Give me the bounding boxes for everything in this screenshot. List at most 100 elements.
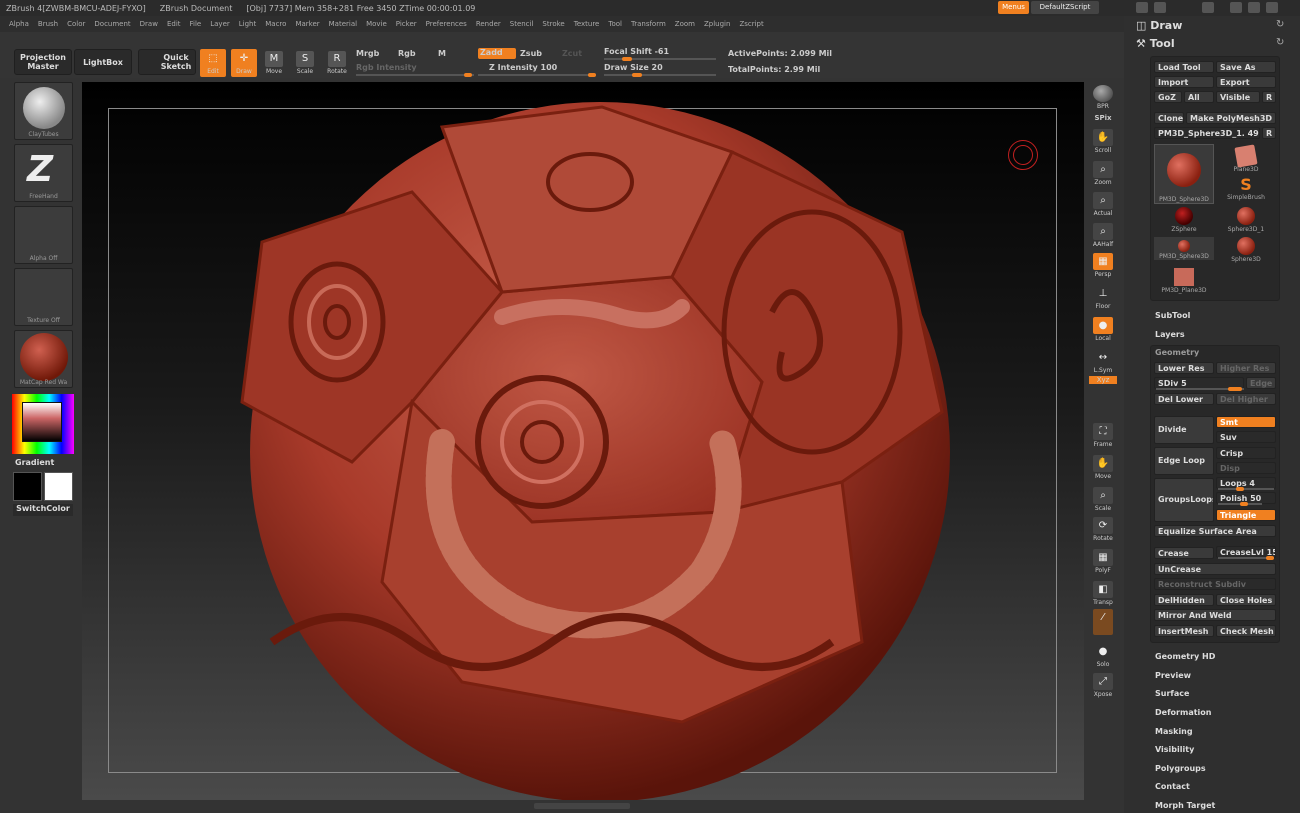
creaselvl-track[interactable]	[1218, 556, 1274, 560]
geometry-section[interactable]: Geometry	[1155, 348, 1199, 357]
persp-button[interactable]: ▦ Persp	[1089, 252, 1117, 282]
draw-mode-button[interactable]: ✛ Draw	[231, 49, 257, 77]
current-tool-slider[interactable]: PM3D_Sphere3D_1. 49	[1154, 127, 1260, 139]
spix-slider[interactable]: SPix	[1089, 114, 1117, 126]
material-thumbnail[interactable]: MatCap Red Wa	[14, 330, 73, 388]
projection-master-button[interactable]: Projection Master	[14, 49, 72, 75]
tool-item-simplebrush[interactable]: S SimpleBrush	[1216, 176, 1276, 202]
make-polymesh-button[interactable]: Make PolyMesh3D	[1186, 112, 1276, 124]
preview-section[interactable]: Preview	[1155, 671, 1191, 680]
scale-view-button[interactable]: ⌕ Scale	[1089, 486, 1117, 516]
local-button[interactable]: ● Local	[1089, 316, 1117, 346]
crease-button[interactable]: Crease	[1154, 547, 1214, 559]
switchcolor-button[interactable]: SwitchColor	[13, 504, 73, 516]
stroke-thumbnail[interactable]: Z FreeHand	[14, 144, 73, 202]
focal-shift-track[interactable]	[604, 57, 716, 61]
tool-item-pm3d-plane[interactable]: PM3D_Plane3D	[1154, 268, 1214, 294]
rgb-intensity-slider[interactable]: Rgb Intensity	[356, 63, 417, 72]
menu-material[interactable]: Material	[329, 20, 357, 28]
menu-zscript[interactable]: Zscript	[739, 20, 763, 28]
crisp-toggle[interactable]: Crisp	[1216, 447, 1276, 459]
close-holes-button[interactable]: Close Holes	[1216, 594, 1276, 606]
rgb-intensity-track[interactable]	[356, 73, 474, 77]
del-lower-button[interactable]: Del Lower	[1154, 393, 1214, 405]
focal-shift-slider[interactable]: Focal Shift -61	[604, 47, 669, 56]
m-button[interactable]: M	[438, 49, 446, 58]
gradient-label[interactable]: Gradient	[15, 458, 54, 467]
canvas-scroll-handle[interactable]	[534, 803, 630, 809]
rgb-button[interactable]: Rgb	[398, 49, 416, 58]
polygroups-section[interactable]: Polygroups	[1155, 764, 1206, 773]
solo-button[interactable]: ● Solo	[1089, 642, 1117, 672]
menu-document[interactable]: Document	[94, 20, 130, 28]
visible-button[interactable]: Visible	[1216, 91, 1260, 103]
disp-slider[interactable]: Disp	[1216, 462, 1276, 474]
z-intensity-track[interactable]	[478, 73, 596, 77]
insertmesh-button[interactable]: InsertMesh	[1154, 625, 1214, 637]
menu-macro[interactable]: Macro	[265, 20, 286, 28]
menu-movie[interactable]: Movie	[366, 20, 387, 28]
transp-button[interactable]: ◧ Transp	[1089, 580, 1117, 610]
menu-color[interactable]: Color	[67, 20, 85, 28]
zadd-button[interactable]: Zadd	[478, 48, 516, 59]
scale-mode-button[interactable]: S Scale	[292, 49, 318, 77]
layout-icon[interactable]	[1154, 2, 1166, 13]
menu-stencil[interactable]: Stencil	[510, 20, 534, 28]
suv-toggle[interactable]: Suv	[1216, 431, 1276, 443]
ghost-button[interactable]: ⁄	[1089, 608, 1117, 638]
tool-thumb-current[interactable]	[1154, 144, 1214, 204]
draw-reset-icon[interactable]: ↻	[1276, 19, 1284, 30]
color-square[interactable]	[22, 402, 62, 442]
polish-track[interactable]	[1218, 502, 1262, 506]
masking-section[interactable]: Masking	[1155, 727, 1193, 736]
bpr-button[interactable]: BPR	[1089, 84, 1117, 114]
edge-button[interactable]: Edge	[1246, 377, 1276, 389]
tool-palette-header[interactable]: ⚒ Tool	[1136, 37, 1175, 50]
sdiv-track[interactable]	[1156, 387, 1244, 391]
color-picker[interactable]	[12, 394, 74, 454]
menu-draw[interactable]: Draw	[140, 20, 158, 28]
lower-res-button[interactable]: Lower Res	[1154, 362, 1214, 374]
close-icon[interactable]	[1266, 2, 1278, 13]
clone-button[interactable]: Clone	[1154, 112, 1184, 124]
move-mode-button[interactable]: M Move	[261, 49, 287, 77]
zoom-button[interactable]: ⌕ Zoom	[1089, 160, 1117, 190]
r-button[interactable]: R	[1262, 91, 1276, 103]
frame-button[interactable]: ⛶ Frame	[1089, 422, 1117, 452]
tool-item-zsphere[interactable]: ZSphere	[1154, 207, 1214, 233]
xyz-button[interactable]: Xyz	[1089, 376, 1117, 388]
menu-picker[interactable]: Picker	[396, 20, 417, 28]
equalize-surface-area-button[interactable]: Equalize Surface Area	[1154, 525, 1276, 537]
menu-alpha[interactable]: Alpha	[9, 20, 29, 28]
tool-reset-icon[interactable]: ↻	[1276, 37, 1284, 48]
brush-thumbnail[interactable]: ClayTubes	[14, 82, 73, 140]
menu-edit[interactable]: Edit	[167, 20, 181, 28]
quick-sketch-button[interactable]: Quick Sketch	[138, 49, 196, 75]
actual-button[interactable]: ⌕ Actual	[1089, 191, 1117, 221]
goz-button[interactable]: GoZ	[1154, 91, 1182, 103]
divide-button[interactable]: Divide	[1154, 416, 1214, 444]
all-button[interactable]: All	[1184, 91, 1214, 103]
secondary-color-swatch[interactable]	[44, 472, 73, 501]
menu-tool[interactable]: Tool	[608, 20, 622, 28]
deformation-section[interactable]: Deformation	[1155, 708, 1211, 717]
r-tool-button[interactable]: R	[1262, 127, 1276, 139]
draw-palette-header[interactable]: ◫ Draw	[1136, 19, 1182, 32]
alpha-thumbnail[interactable]: Alpha Off	[14, 206, 73, 264]
menu-marker[interactable]: Marker	[295, 20, 319, 28]
subtool-section[interactable]: SubTool	[1155, 311, 1190, 320]
load-tool-button[interactable]: Load Tool	[1154, 61, 1214, 73]
surface-section[interactable]: Surface	[1155, 689, 1189, 698]
delhidden-button[interactable]: DelHidden	[1154, 594, 1214, 606]
triangle-toggle[interactable]: Triangle	[1216, 509, 1276, 521]
menu-zplugin[interactable]: Zplugin	[704, 20, 730, 28]
import-button[interactable]: Import	[1154, 76, 1214, 88]
save-as-button[interactable]: Save As	[1216, 61, 1276, 73]
lock-icon[interactable]	[1202, 2, 1214, 13]
tool-item-pm3d-sphere-2[interactable]: PM3D_Sphere3D	[1154, 237, 1214, 260]
edit-mode-button[interactable]: ⬚ Edit	[200, 49, 226, 77]
scroll-button[interactable]: ✋ Scroll	[1089, 128, 1117, 158]
contact-section[interactable]: Contact	[1155, 782, 1190, 791]
menus-button[interactable]: Menus	[998, 1, 1029, 14]
check-mesh-button[interactable]: Check Mesh	[1216, 625, 1276, 637]
